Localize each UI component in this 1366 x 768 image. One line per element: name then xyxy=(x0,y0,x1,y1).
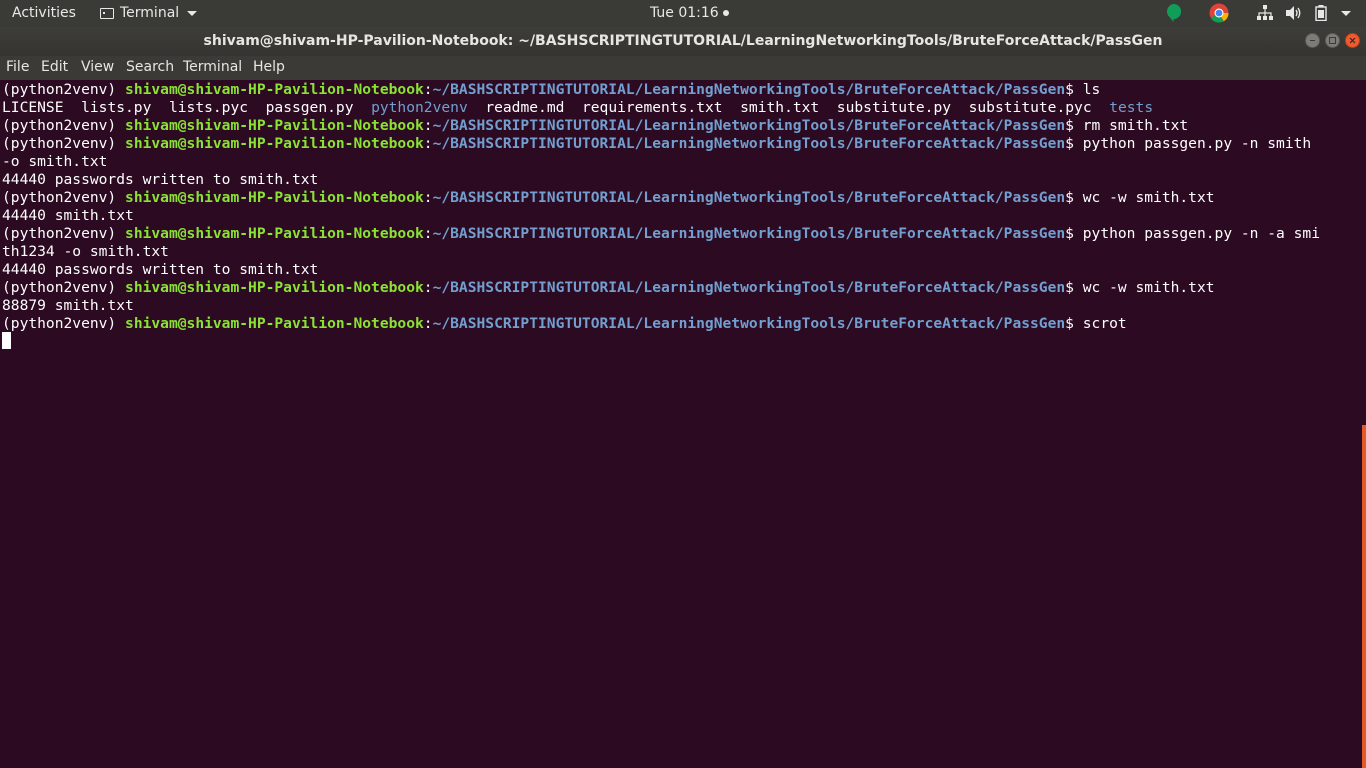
menu-file[interactable]: File xyxy=(6,59,29,75)
app-menu-label: Terminal xyxy=(120,5,180,21)
venv-label: (python2venv) xyxy=(2,315,117,332)
user-host: shivam@shivam-HP-Pavilion-Notebook xyxy=(125,135,424,152)
file-entry: LICENSE xyxy=(2,99,64,116)
command-output: 44440 passwords written to smith.txt xyxy=(2,171,319,188)
ls-output: LICENSE lists.py lists.pyc passgen.py py… xyxy=(2,99,1153,117)
venv-label: (python2venv) xyxy=(2,81,117,98)
prompt-line: (python2venv) shivam@shivam-HP-Pavilion-… xyxy=(2,117,1189,134)
cwd-path: ~/BASHSCRIPTINGTUTORIAL/LearningNetworki… xyxy=(432,315,1066,332)
chevron-down-icon xyxy=(187,10,198,16)
clock-label: Tue 01:16 xyxy=(650,5,719,21)
maximize-button[interactable] xyxy=(1325,33,1340,48)
cwd-path: ~/BASHSCRIPTINGTUTORIAL/LearningNetworki… xyxy=(432,135,1066,152)
command-continuation: th1234 -o smith.txt xyxy=(2,243,169,260)
command: ls xyxy=(1082,81,1101,98)
top-panel: Activities Terminal Tue 01:16 xyxy=(0,0,1366,27)
directory-entry: python2venv xyxy=(371,99,468,116)
menu-help[interactable]: Help xyxy=(253,59,285,75)
cwd-path: ~/BASHSCRIPTINGTUTORIAL/LearningNetworki… xyxy=(432,189,1066,206)
command: wc -w smith.txt xyxy=(1082,279,1215,296)
command-output: 88879 smith.txt xyxy=(2,297,134,314)
file-entry: lists.py xyxy=(81,99,152,116)
file-entry: passgen.py xyxy=(265,99,354,116)
user-host: shivam@shivam-HP-Pavilion-Notebook xyxy=(125,81,424,98)
volume-icon[interactable] xyxy=(1285,5,1303,21)
file-entry: substitute.pyc xyxy=(968,99,1092,116)
window-title: shivam@shivam-HP-Pavilion-Notebook: ~/BA… xyxy=(203,33,1163,49)
command: python passgen.py -n -a smi xyxy=(1082,225,1320,242)
prompt-line: (python2venv) shivam@shivam-HP-Pavilion-… xyxy=(2,225,1320,242)
command-output: 44440 smith.txt xyxy=(2,207,134,224)
user-host: shivam@shivam-HP-Pavilion-Notebook xyxy=(125,189,424,206)
user-host: shivam@shivam-HP-Pavilion-Notebook xyxy=(125,315,424,332)
cwd-path: ~/BASHSCRIPTINGTUTORIAL/LearningNetworki… xyxy=(432,225,1066,242)
file-entry: substitute.py xyxy=(836,99,952,116)
command: python passgen.py -n smith xyxy=(1082,135,1312,152)
notification-dot-icon xyxy=(722,10,729,16)
command: wc -w smith.txt xyxy=(1082,189,1215,206)
venv-label: (python2venv) xyxy=(2,279,117,296)
activities-button[interactable]: Activities xyxy=(12,5,76,21)
hangouts-icon[interactable] xyxy=(1164,3,1183,22)
close-button[interactable] xyxy=(1345,33,1360,48)
menu-edit[interactable]: Edit xyxy=(41,59,68,75)
cwd-path: ~/BASHSCRIPTINGTUTORIAL/LearningNetworki… xyxy=(432,279,1066,296)
app-menu[interactable]: Terminal xyxy=(100,5,198,21)
prompt-line: (python2venv) shivam@shivam-HP-Pavilion-… xyxy=(2,135,1312,152)
user-host: shivam@shivam-HP-Pavilion-Notebook xyxy=(125,225,424,242)
venv-label: (python2venv) xyxy=(2,135,117,152)
file-entry: requirements.txt xyxy=(581,99,723,116)
clock[interactable]: Tue 01:16 xyxy=(650,5,729,21)
battery-icon[interactable] xyxy=(1315,5,1327,21)
menu-view[interactable]: View xyxy=(81,59,114,75)
terminal-icon xyxy=(100,7,114,19)
chrome-icon[interactable] xyxy=(1209,3,1229,23)
prompt-line: (python2venv) shivam@shivam-HP-Pavilion-… xyxy=(2,315,1127,332)
command: rm smith.txt xyxy=(1082,117,1189,134)
command-output: 44440 passwords written to smith.txt xyxy=(2,261,319,278)
text-cursor xyxy=(2,332,11,349)
menu-search[interactable]: Search xyxy=(126,59,174,75)
user-host: shivam@shivam-HP-Pavilion-Notebook xyxy=(125,117,424,134)
window-titlebar[interactable]: shivam@shivam-HP-Pavilion-Notebook: ~/BA… xyxy=(0,27,1366,56)
network-icon[interactable] xyxy=(1257,5,1273,21)
venv-label: (python2venv) xyxy=(2,225,117,242)
scrollbar[interactable] xyxy=(1362,425,1366,768)
user-host: shivam@shivam-HP-Pavilion-Notebook xyxy=(125,279,424,296)
prompt-line: (python2venv) shivam@shivam-HP-Pavilion-… xyxy=(2,279,1215,296)
venv-label: (python2venv) xyxy=(2,117,117,134)
menu-bar: File Edit View Search Terminal Help xyxy=(0,56,1366,80)
prompt-line: (python2venv) shivam@shivam-HP-Pavilion-… xyxy=(2,189,1215,206)
menu-terminal[interactable]: Terminal xyxy=(183,59,242,75)
terminal-output[interactable]: (python2venv) shivam@shivam-HP-Pavilion-… xyxy=(0,80,1362,768)
command-continuation: -o smith.txt xyxy=(2,153,108,170)
minimize-button[interactable] xyxy=(1305,33,1320,48)
prompt-line: (python2venv) shivam@shivam-HP-Pavilion-… xyxy=(2,81,1101,98)
system-menu-chevron-icon[interactable] xyxy=(1341,11,1351,16)
cwd-path: ~/BASHSCRIPTINGTUTORIAL/LearningNetworki… xyxy=(432,117,1066,134)
file-entry: smith.txt xyxy=(740,99,820,116)
file-entry: lists.pyc xyxy=(168,99,249,116)
venv-label: (python2venv) xyxy=(2,189,117,206)
cwd-path: ~/BASHSCRIPTINGTUTORIAL/LearningNetworki… xyxy=(432,81,1066,98)
directory-entry: tests xyxy=(1109,99,1154,116)
file-entry: readme.md xyxy=(485,99,565,116)
command: scrot xyxy=(1082,315,1127,332)
